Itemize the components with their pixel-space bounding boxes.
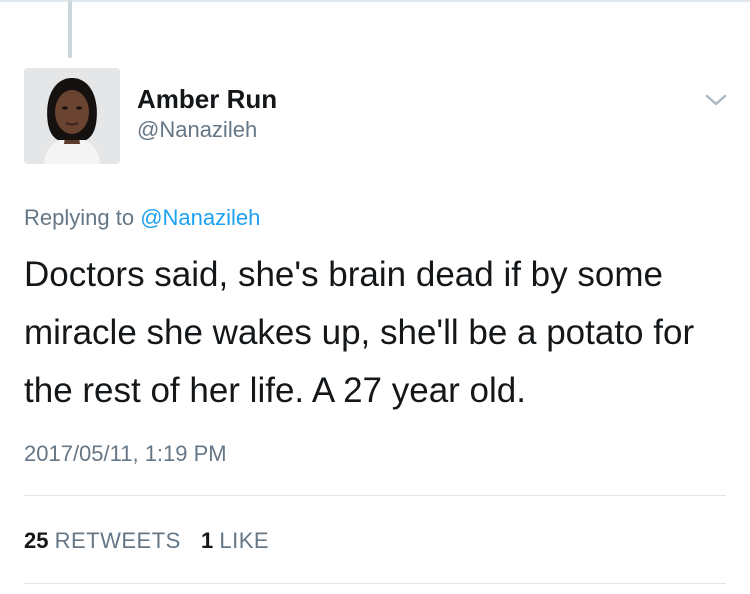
retweets-count: 25 bbox=[24, 528, 49, 553]
divider bbox=[24, 495, 726, 496]
replying-to: Replying to @Nanazileh bbox=[24, 205, 260, 231]
author-handle[interactable]: @Nanazileh bbox=[137, 117, 257, 143]
retweets-stat[interactable]: 25 RETWEETS bbox=[24, 528, 187, 553]
likes-stat[interactable]: 1 LIKE bbox=[201, 528, 269, 553]
chevron-down-icon[interactable] bbox=[703, 90, 729, 110]
replying-prefix: Replying to bbox=[24, 205, 135, 230]
tweet-text: Doctors said, she's brain dead if by som… bbox=[24, 255, 695, 410]
replying-mention-link[interactable]: @Nanazileh bbox=[140, 205, 260, 230]
retweets-label: RETWEETS bbox=[54, 528, 181, 553]
thread-connector-line bbox=[68, 0, 72, 58]
likes-count: 1 bbox=[200, 528, 214, 553]
divider bbox=[24, 583, 726, 584]
author-name[interactable]: Amber Run bbox=[137, 84, 277, 115]
tweet-timestamp: 2017/05/11, 1:19 PM bbox=[24, 441, 227, 466]
avatar[interactable] bbox=[24, 68, 120, 164]
engagement-stats: 25 RETWEETS 1 LIKE bbox=[24, 528, 283, 554]
avatar-photo bbox=[24, 68, 120, 164]
top-divider bbox=[0, 0, 750, 2]
likes-label: LIKE bbox=[219, 528, 270, 553]
